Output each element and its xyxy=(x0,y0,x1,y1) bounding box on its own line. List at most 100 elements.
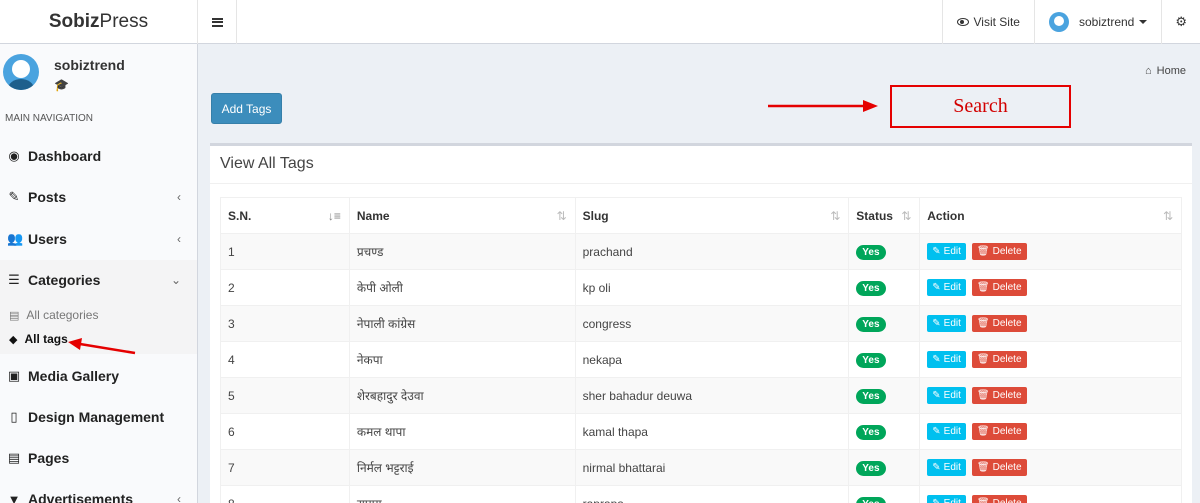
column-header-name[interactable]: Name ⇅ xyxy=(348,197,576,234)
sidebar-item-design-management[interactable]: ▯ Design Management xyxy=(0,397,197,437)
delete-button[interactable]: 🗑Delete xyxy=(971,279,1027,296)
sort-icon: ↓≡ xyxy=(327,209,341,223)
delete-label: Delete xyxy=(992,354,1022,365)
sidebar-item-label: Posts xyxy=(28,189,67,205)
brand-rest: Press xyxy=(99,11,149,32)
user-panel: sobiztrend 🎓 xyxy=(0,44,198,104)
status-badge: Yes xyxy=(856,316,886,332)
breadcrumb: ⌂ Home xyxy=(1145,65,1186,77)
sort-icon: ⇅ xyxy=(901,209,912,223)
cell-name: कमल थापा xyxy=(348,413,576,450)
cell-name: निर्मल भट्टराई xyxy=(348,449,576,486)
visit-site-link[interactable]: Visit Site xyxy=(941,0,1034,44)
sidebar-item-posts[interactable]: ✎ Posts ‹ xyxy=(0,177,197,217)
user-avatar xyxy=(1048,12,1069,32)
edit-button[interactable]: ✎Edit xyxy=(927,351,966,368)
graduation-cap-icon: 🎓 xyxy=(54,78,69,92)
brand-logo[interactable]: Sobiz Press xyxy=(0,0,198,44)
edit-button[interactable]: ✎Edit xyxy=(927,315,966,332)
sidebar-item-advertisements[interactable]: ▼ Advertisements ‹ xyxy=(0,479,197,503)
cell-name: नेपाली कांग्रेस xyxy=(348,305,576,342)
edit-button[interactable]: ✎Edit xyxy=(927,243,966,260)
column-header-slug[interactable]: Slug ⇅ xyxy=(574,197,850,234)
sidebar-subitem-all-tags[interactable]: ◆ All tags xyxy=(9,332,68,346)
trash-icon: 🗑 xyxy=(976,426,990,437)
cell-action: ✎Edit 🗑Delete xyxy=(919,449,1182,486)
pencil-icon: ✎ xyxy=(932,246,941,257)
sidebar-item-label: Users xyxy=(28,231,67,247)
cell-action: ✎Edit 🗑Delete xyxy=(919,341,1182,378)
settings-button[interactable]: ⚙ xyxy=(1161,0,1200,44)
column-header-action[interactable]: Action ⇅ xyxy=(919,197,1182,234)
cell-sn: 3 xyxy=(220,305,350,342)
delete-label: Delete xyxy=(992,426,1022,437)
trash-icon: 🗑 xyxy=(977,498,990,503)
cell-status: Yes xyxy=(848,305,921,342)
edit-button[interactable]: ✎Edit xyxy=(927,387,966,404)
user-menu[interactable]: sobiztrend xyxy=(1033,0,1161,44)
cell-sn: 1 xyxy=(220,233,350,270)
sidebar-item-label: Categories xyxy=(28,272,101,288)
trash-icon: 🗑 xyxy=(976,390,990,401)
gears-icon: ⚙ xyxy=(1175,14,1187,29)
cell-sn: 4 xyxy=(220,341,350,378)
delete-label: Delete xyxy=(992,318,1022,329)
cell-status: Yes xyxy=(848,269,921,306)
sidebar-item-categories[interactable]: ☰ Categories ⌄ xyxy=(0,260,197,300)
cell-sn: 7 xyxy=(220,449,350,486)
pencil-icon: ✎ xyxy=(932,318,941,329)
pencil-icon: ✎ xyxy=(932,498,940,503)
sidebar-item-label: Advertisements xyxy=(28,491,134,503)
sort-icon: ⇅ xyxy=(556,209,567,223)
edit-button[interactable]: ✎Edit xyxy=(927,423,966,440)
list-alt-icon: ▤ xyxy=(9,309,20,322)
table-row: 8राप्रपाraprapa Yes ✎ Edit 🗑Delete xyxy=(220,485,1182,503)
delete-label: Delete xyxy=(992,390,1022,401)
column-header-sn[interactable]: S.N. ↓≡ xyxy=(220,197,350,234)
sidebar-item-users[interactable]: 👥 Users ‹ xyxy=(0,219,197,259)
sidebar-item-dashboard[interactable]: ◉ Dashboard xyxy=(0,136,197,176)
cell-action: ✎Edit 🗑Delete xyxy=(919,269,1182,306)
delete-button[interactable]: 🗑Delete xyxy=(971,423,1027,440)
cell-slug: raprapa xyxy=(574,485,850,503)
table-row: 5 शेरबहादुर देउवा sher bahadur deuwa Yes ✎ Ed… xyxy=(220,377,1182,414)
tags-icon: ◆ xyxy=(9,333,18,346)
cell-status: Yes xyxy=(848,485,921,503)
trash-icon: 🗑 xyxy=(976,282,990,293)
home-icon: ⌂ xyxy=(1145,65,1152,77)
breadcrumb-home-link[interactable]: Home xyxy=(1157,65,1186,77)
delete-button[interactable]: 🗑Delete xyxy=(971,315,1027,332)
sidebar-item-media-gallery[interactable]: ▣ Media Gallery xyxy=(0,356,197,396)
sidebar-subitem-label: All categories xyxy=(26,308,99,322)
top-header: Sobiz Press Visit Site sobiztrend ⚙ xyxy=(0,0,1200,44)
sidebar-item-pages[interactable]: ▤ Pages xyxy=(0,438,197,478)
sidebar-subitem-label: All tags xyxy=(24,332,68,346)
cell-name: नेकपा xyxy=(348,341,576,378)
column-header-label: S.N. xyxy=(228,208,252,223)
column-header-label: Action xyxy=(927,208,965,223)
sidebar-subitem-all-categories[interactable]: ▤ All categories xyxy=(9,308,98,322)
delete-button[interactable]: 🗑Delete xyxy=(971,459,1027,476)
delete-button[interactable]: 🗑Delete xyxy=(971,243,1027,260)
column-header-status[interactable]: Status ⇅ xyxy=(848,197,921,234)
sidebar-toggle-button[interactable] xyxy=(198,0,237,44)
delete-button[interactable]: 🗑Delete xyxy=(971,387,1027,404)
column-header-label: Slug xyxy=(582,208,609,223)
edit-button[interactable]: ✎Edit xyxy=(927,279,966,296)
delete-label: Delete xyxy=(992,246,1022,257)
search-annotation-label: Search xyxy=(953,95,1008,117)
search-annotation-box: Search xyxy=(890,85,1071,128)
edit-button[interactable]: ✎Edit xyxy=(927,495,966,503)
sidebar-user-name: sobiztrend xyxy=(54,57,125,73)
dashboard-icon: ◉ xyxy=(8,148,20,163)
cell-status: Yes xyxy=(848,341,921,378)
delete-button[interactable]: 🗑Delete xyxy=(971,495,1027,503)
cell-action: ✎Edit 🗑Delete xyxy=(919,377,1182,414)
add-tags-button[interactable]: Add Tags xyxy=(211,93,282,124)
cell-sn: 5 xyxy=(220,377,350,414)
cell-slug: sher bahadur deuwa xyxy=(574,377,850,414)
delete-button[interactable]: 🗑Delete xyxy=(971,351,1027,368)
caret-down-icon xyxy=(1139,20,1148,24)
brand-bold: Sobiz xyxy=(48,11,100,32)
edit-button[interactable]: ✎Edit xyxy=(927,459,966,476)
